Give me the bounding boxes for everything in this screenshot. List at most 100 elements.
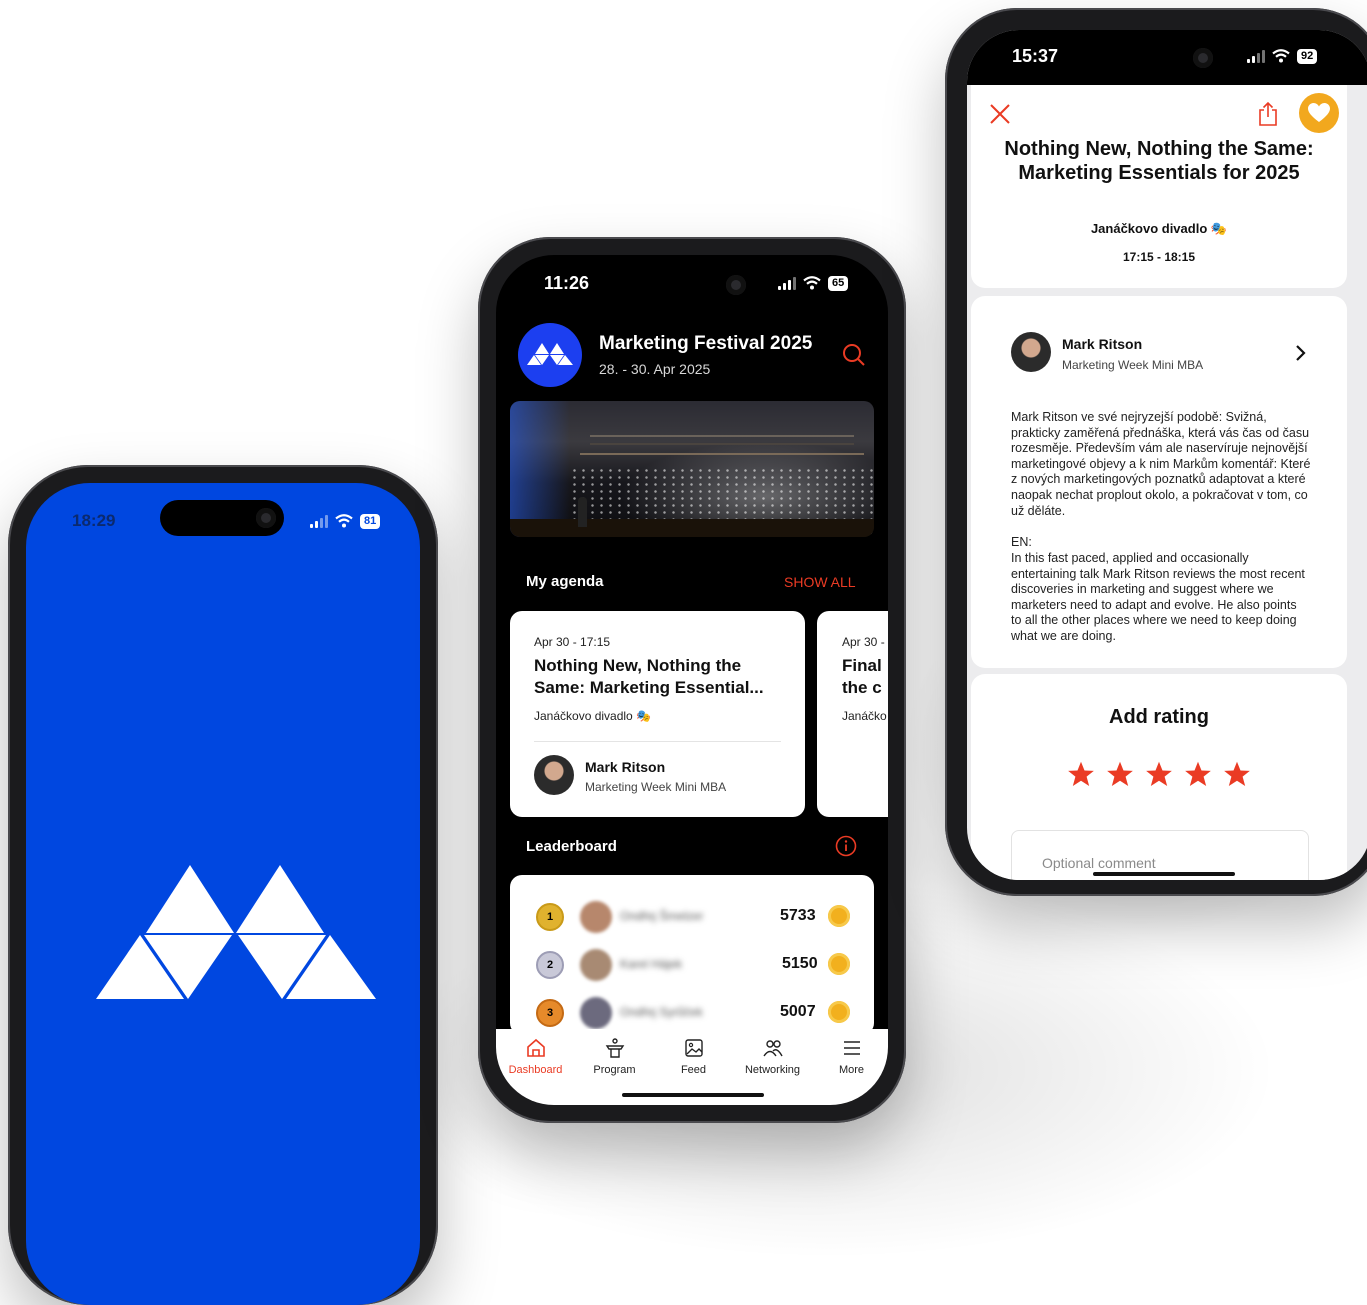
status-icons: 65 bbox=[778, 275, 849, 291]
session-info-card: Mark Ritson Marketing Week Mini MBA Mark… bbox=[971, 296, 1347, 668]
search-icon[interactable] bbox=[842, 343, 866, 367]
nav-program[interactable]: Program bbox=[575, 1029, 654, 1076]
description-en-label: EN: bbox=[1011, 535, 1032, 549]
agenda-card[interactable]: Apr 30 - Final the c Janáčko bbox=[817, 611, 888, 817]
description-cz: Mark Ritson ve své nejryzejší podobě: Sv… bbox=[1011, 410, 1311, 518]
agenda-venue: Janáčko bbox=[842, 709, 887, 723]
status-bar: 11:26 65 bbox=[496, 271, 888, 295]
leader-name: Ondřej Syrůček bbox=[620, 1005, 703, 1019]
description-en: In this fast paced, applied and occasion… bbox=[1011, 551, 1305, 643]
status-time: 15:37 bbox=[1012, 45, 1059, 66]
agenda-time: Apr 30 - bbox=[842, 635, 885, 649]
rating-title: Add rating bbox=[1109, 706, 1209, 728]
status-time: 18:29 bbox=[72, 511, 116, 530]
people-icon bbox=[762, 1040, 783, 1057]
avatar bbox=[1011, 332, 1051, 372]
leader-score: 5150 bbox=[782, 955, 818, 972]
agenda-title: Final the c bbox=[842, 656, 882, 697]
nav-feed[interactable]: Feed bbox=[654, 1029, 733, 1076]
show-all-link[interactable]: SHOW ALL bbox=[784, 574, 856, 590]
event-dates: 28. - 30. Apr 2025 bbox=[599, 361, 711, 377]
leader-name: Karel Hájek bbox=[620, 957, 683, 971]
agenda-card[interactable]: Apr 30 - 17:15 Nothing New, Nothing the … bbox=[510, 611, 805, 817]
speaker-name: Mark Ritson bbox=[585, 759, 666, 775]
session-header-card: Nothing New, Nothing the Same: Marketing… bbox=[971, 85, 1347, 288]
leaderboard-row[interactable]: 2 Karel Hájek 5150 bbox=[510, 945, 874, 985]
nav-label: Program bbox=[593, 1064, 636, 1076]
leaderboard-card: 1 Ondřej Šmelzer 5733 2 Karel Hájek 5150… bbox=[510, 875, 874, 1035]
session-detail-screen: 15:37 92 Nothing New, Nothing the Same: … bbox=[967, 30, 1367, 880]
camera-icon bbox=[1193, 48, 1213, 68]
status-icons: 81 bbox=[310, 513, 381, 529]
bottom-nav: Dashboard Program Feed Networking More bbox=[496, 1029, 888, 1105]
phone-session-detail: 15:37 92 Nothing New, Nothing the Same: … bbox=[945, 8, 1367, 896]
speaker-row[interactable]: Mark Ritson Marketing Week Mini MBA bbox=[971, 316, 1347, 376]
triangles-logo-icon bbox=[527, 343, 573, 365]
nav-more[interactable]: More bbox=[812, 1029, 888, 1076]
chevron-right-icon bbox=[1296, 345, 1306, 361]
leader-name: Ondřej Šmelzer bbox=[620, 909, 704, 923]
image-icon bbox=[684, 1039, 703, 1057]
close-icon[interactable] bbox=[989, 103, 1011, 125]
agenda-title: Nothing New, Nothing the Same: Marketing… bbox=[534, 656, 764, 697]
phone-splash: 18:29 81 bbox=[8, 465, 438, 1305]
splash-screen: 18:29 81 bbox=[26, 483, 420, 1305]
hero-image bbox=[510, 401, 874, 537]
nav-label: More bbox=[838, 1064, 865, 1076]
speaker-org: Marketing Week Mini MBA bbox=[1062, 358, 1204, 372]
status-bar: 18:29 81 bbox=[26, 500, 420, 536]
battery-icon: 81 bbox=[360, 513, 381, 529]
leaderboard-row[interactable]: 1 Ondřej Šmelzer 5733 bbox=[510, 897, 874, 937]
speaker-name: Mark Ritson bbox=[1062, 336, 1143, 352]
home-indicator bbox=[1093, 872, 1235, 876]
home-icon bbox=[526, 1038, 545, 1057]
rank-badge: 1 bbox=[536, 903, 564, 931]
star-rating[interactable] bbox=[1067, 760, 1267, 788]
agenda-venue: Janáčkovo divadlo 🎭 bbox=[534, 709, 652, 723]
avatar bbox=[580, 949, 612, 981]
session-title: Nothing New, Nothing the Same: Marketing… bbox=[1004, 138, 1314, 184]
favorite-button[interactable] bbox=[1299, 93, 1339, 133]
session-time: 17:15 - 18:15 bbox=[1122, 250, 1196, 264]
avatar bbox=[534, 755, 574, 795]
info-icon[interactable] bbox=[835, 835, 857, 857]
divider bbox=[534, 741, 781, 742]
triangles-logo-icon bbox=[96, 865, 376, 999]
dynamic-island bbox=[160, 500, 284, 536]
wifi-icon bbox=[335, 514, 353, 528]
leader-score: 5733 bbox=[780, 907, 816, 924]
wifi-icon bbox=[1272, 49, 1290, 63]
star-icon[interactable] bbox=[1106, 760, 1134, 788]
comment-placeholder: Optional comment bbox=[1042, 855, 1156, 871]
nav-label: Networking bbox=[744, 1064, 801, 1076]
event-logo[interactable] bbox=[518, 323, 582, 387]
leaderboard-row[interactable]: 3 Ondřej Syrůček 5007 bbox=[510, 993, 874, 1033]
nav-networking[interactable]: Networking bbox=[733, 1029, 812, 1076]
session-venue: Janáčkovo divadlo 🎭 bbox=[1090, 221, 1228, 236]
rank-badge: 3 bbox=[536, 999, 564, 1027]
agenda-section-title: My agenda bbox=[526, 573, 604, 590]
event-title: Marketing Festival 2025 bbox=[599, 333, 813, 354]
star-icon[interactable] bbox=[1184, 760, 1212, 788]
nav-label: Dashboard bbox=[508, 1064, 563, 1076]
nav-dashboard[interactable]: Dashboard bbox=[496, 1029, 575, 1076]
dashboard-screen: 11:26 65 Marketing Festival 2025 28. - 3… bbox=[496, 255, 888, 1105]
avatar bbox=[580, 997, 612, 1029]
star-icon[interactable] bbox=[1145, 760, 1173, 788]
phone-dashboard: 11:26 65 Marketing Festival 2025 28. - 3… bbox=[478, 237, 906, 1123]
agenda-time: Apr 30 - 17:15 bbox=[534, 635, 611, 649]
heart-icon bbox=[1308, 103, 1330, 122]
star-icon[interactable] bbox=[1223, 760, 1251, 788]
coin-icon bbox=[828, 905, 850, 927]
share-icon[interactable] bbox=[1257, 101, 1279, 127]
battery-icon: 92 bbox=[1297, 48, 1318, 64]
rating-card: Add rating Optional comment bbox=[971, 674, 1347, 880]
status-bar: 15:37 92 bbox=[967, 44, 1367, 68]
avatar bbox=[580, 901, 612, 933]
leaderboard-title: Leaderboard bbox=[526, 838, 617, 855]
camera-icon bbox=[256, 508, 276, 528]
leader-score: 5007 bbox=[780, 1003, 816, 1020]
star-icon[interactable] bbox=[1067, 760, 1095, 788]
wifi-icon bbox=[803, 276, 821, 290]
status-icons: 92 bbox=[1247, 48, 1318, 64]
